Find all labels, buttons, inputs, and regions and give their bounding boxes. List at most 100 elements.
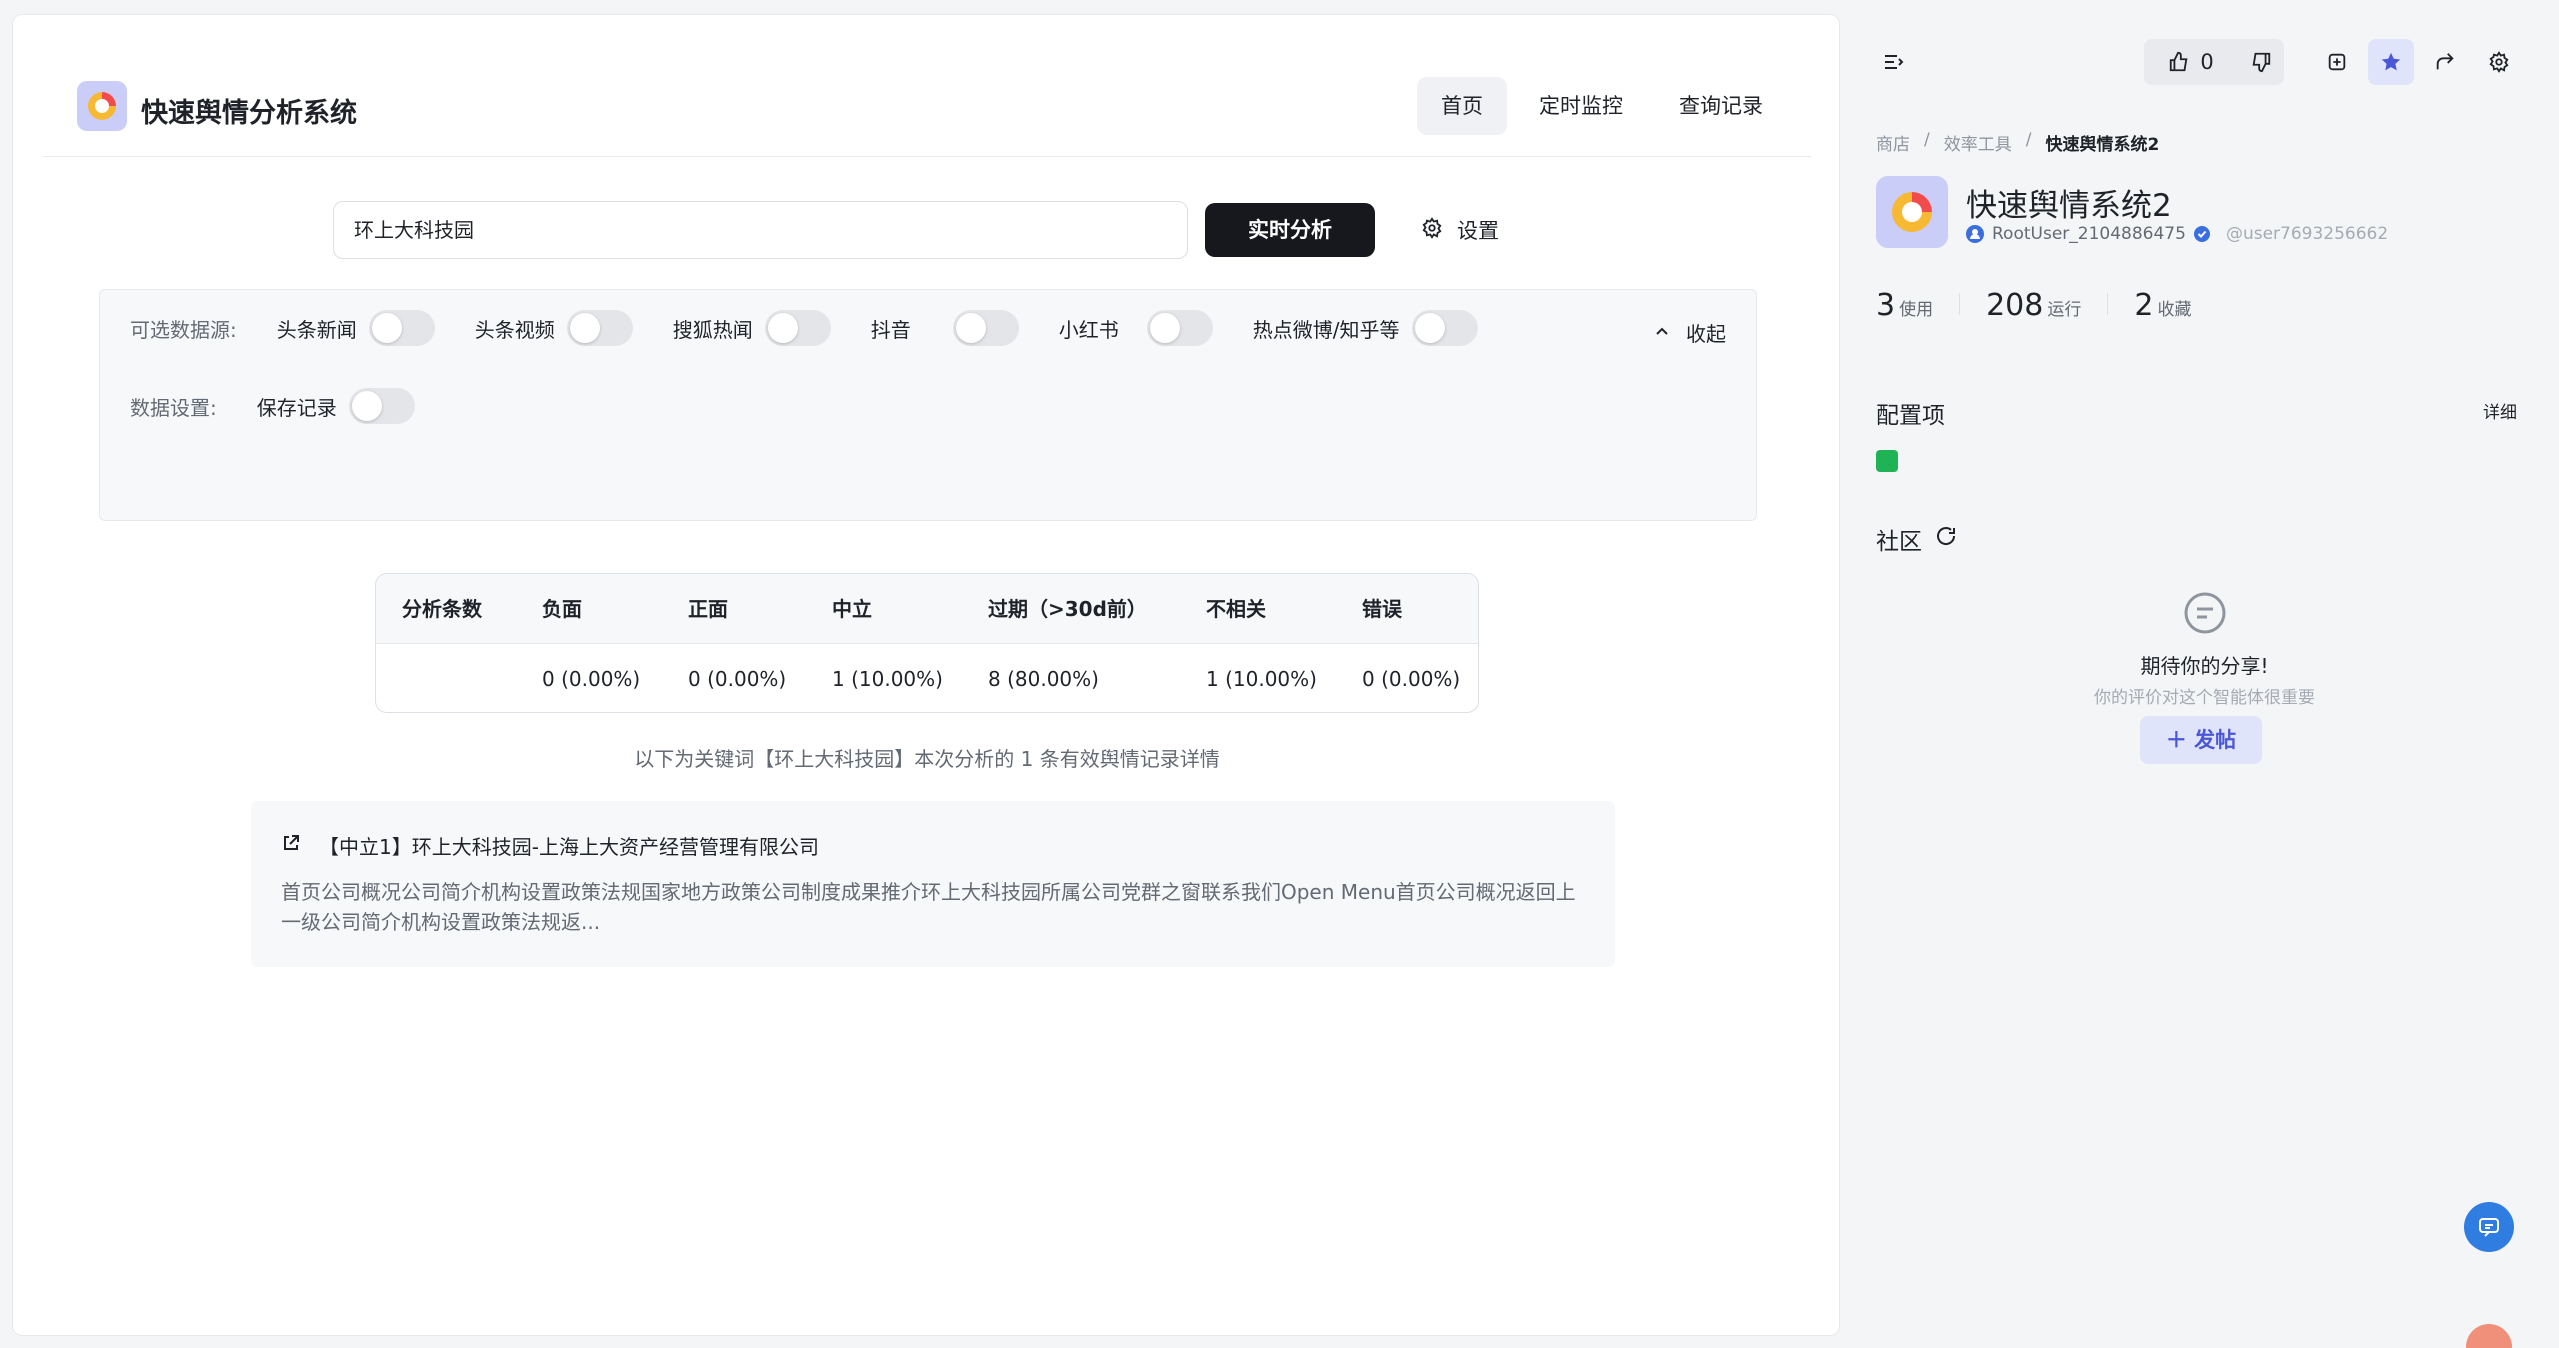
assistant-avatar[interactable] <box>2466 1324 2512 1348</box>
like-count: 0 <box>2200 50 2214 74</box>
source-toutiao-video: 头条视频 <box>475 310 633 346</box>
save-records-label: 保存记录 <box>256 395 337 420</box>
new-post-button[interactable]: ＋ 发帖 <box>2140 716 2262 764</box>
comment-icon <box>2184 592 2225 634</box>
data-settings-label: 数据设置: <box>130 395 217 420</box>
external-link-icon <box>281 833 301 858</box>
stats-value: 0 (0.00%) <box>688 667 787 691</box>
stats-header: 分析条数 <box>402 597 482 621</box>
settings-label: 设置 <box>1457 219 1499 243</box>
nav-home[interactable]: 首页 <box>1417 77 1507 135</box>
share-button[interactable] <box>2422 39 2468 85</box>
nav-scheduled-monitor[interactable]: 定时监控 <box>1515 77 1647 135</box>
like-button[interactable]: 0 <box>2146 39 2236 85</box>
config-detail-link[interactable]: 详细 <box>2483 398 2517 423</box>
stats-header: 过期（>30d前） <box>988 597 1147 621</box>
toggle-douyin[interactable] <box>952 310 1019 346</box>
toggle-toutiao-news[interactable] <box>368 310 435 346</box>
breadcrumb-current: 快速舆情系统2 <box>2045 135 2160 155</box>
community-header: 社区 <box>1876 522 1958 556</box>
menu-collapse-icon <box>1885 55 1904 69</box>
record-title: 【中立1】环上大科技园-上海上大资产经营管理有限公司 <box>319 835 819 859</box>
source-label: 搜狐热闻 <box>672 317 753 342</box>
stat-label: 使用 <box>1899 300 1934 320</box>
thumbs-up-icon <box>2170 51 2188 72</box>
add-button[interactable] <box>2314 39 2360 85</box>
stat-value: 208 <box>1986 288 2044 323</box>
stats-header: 中立 <box>832 597 872 621</box>
share-icon <box>2436 53 2454 70</box>
stat-runs: 208 运行 <box>1986 288 2081 323</box>
sidebar-settings-button[interactable] <box>2476 39 2522 85</box>
toggle-weibo-zhihu[interactable] <box>1411 310 1478 346</box>
breadcrumb-separator: / <box>2025 130 2032 150</box>
source-row: 可选数据源: 头条新闻 头条视频 搜狐热闻 抖音 小红书 热点微博/知乎等 <box>130 310 1478 346</box>
keyword-input[interactable]: 环上大科技园 <box>333 201 1188 259</box>
stats-value-row: 0 (0.00%) 0 (0.00%) 1 (10.00%) 8 (80.00%… <box>376 644 1478 712</box>
toggle-sidebar-button[interactable] <box>1870 39 1916 85</box>
post-label: 发帖 <box>2194 728 2237 752</box>
stats-value: 0 (0.00%) <box>1362 667 1461 691</box>
agent-name: 快速舆情系统2 <box>1966 188 2172 224</box>
save-records-option: 保存记录 <box>257 388 415 424</box>
agent-logo <box>1876 176 1948 248</box>
source-label: 头条新闻 <box>276 317 357 342</box>
favorite-button[interactable] <box>2368 39 2414 85</box>
stats-header: 不相关 <box>1206 597 1266 621</box>
plus-square-icon <box>2328 53 2346 71</box>
stat-label: 收藏 <box>2157 300 2192 320</box>
breadcrumb: 商店 / 效率工具 / 快速舆情系统2 <box>1876 130 2159 155</box>
analyze-button[interactable]: 实时分析 <box>1205 203 1375 257</box>
stats-value: 1 (10.00%) <box>1206 667 1317 691</box>
stats-value: 0 (0.00%) <box>542 667 641 691</box>
owner-name[interactable]: RootUser_2104886475 <box>1992 224 2186 244</box>
source-label: 热点微博/知乎等 <box>1252 317 1400 342</box>
settings-button[interactable]: 设置 <box>1421 213 1499 247</box>
breadcrumb-store[interactable]: 商店 <box>1876 130 1910 155</box>
source-label: 抖音 <box>870 317 911 342</box>
source-sohu: 搜狐热闻 <box>673 310 831 346</box>
stat-label: 运行 <box>2047 300 2082 320</box>
source-label: 头条视频 <box>474 317 555 342</box>
stats-table: 分析条数 负面 正面 中立 过期（>30d前） 不相关 错误 0 (0.00%)… <box>375 573 1479 713</box>
stats-header: 正面 <box>688 597 728 621</box>
record-body: 首页公司概况公司简介机构设置政策法规国家地方政策公司制度成果推介环上大科技园所属… <box>281 880 1576 934</box>
app-title: 快速舆情分析系统 <box>141 98 357 129</box>
stats-header: 错误 <box>1362 597 1402 621</box>
source-label: 小红书 <box>1058 317 1119 342</box>
stats-value: 1 (10.00%) <box>832 667 943 691</box>
empty-subtitle: 你的评价对这个智能体很重要 <box>2094 688 2315 708</box>
chat-button[interactable] <box>2464 1202 2514 1252</box>
stat-divider <box>2107 293 2109 315</box>
breadcrumb-separator: / <box>1924 130 1930 150</box>
toggle-toutiao-video[interactable] <box>566 310 633 346</box>
refresh-icon[interactable] <box>1934 524 1958 554</box>
breadcrumb-category[interactable]: 效率工具 <box>1944 130 2012 155</box>
source-douyin: 抖音 <box>871 310 1019 346</box>
main-panel: 快速舆情分析系统 首页 定时监控 查询记录 环上大科技园 实时分析 设置 可选数… <box>12 14 1840 1336</box>
dislike-button[interactable] <box>2238 39 2284 85</box>
source-weibo-zhihu: 热点微博/知乎等 <box>1253 310 1478 346</box>
thumbs-down-icon <box>2252 52 2271 73</box>
sources-label: 可选数据源: <box>130 317 237 342</box>
options-panel: 可选数据源: 头条新闻 头条视频 搜狐热闻 抖音 小红书 热点微博/知乎等 数据… <box>99 289 1757 521</box>
agent-stats: 3 使用 208 运行 2 收藏 <box>1876 288 2191 323</box>
star-icon <box>2381 52 2401 71</box>
community-title: 社区 <box>1876 529 1922 555</box>
record-title-link[interactable]: 【中立1】环上大科技园-上海上大资产经营管理有限公司 <box>281 831 819 860</box>
nav-query-records[interactable]: 查询记录 <box>1655 77 1787 135</box>
chat-icon <box>2479 1218 2499 1237</box>
top-bar: 快速舆情分析系统 首页 定时监控 查询记录 <box>43 65 1811 157</box>
community-empty-state: 期待你的分享! 你的评价对这个智能体很重要 <box>1850 590 2559 708</box>
toggle-xiaohongshu[interactable] <box>1146 310 1213 346</box>
owner-handle: @user7693256662 <box>2225 224 2389 244</box>
toggle-save-records[interactable] <box>348 388 415 424</box>
collapse-button[interactable]: 收起 <box>1654 318 1726 347</box>
toggle-sohu[interactable] <box>764 310 831 346</box>
analysis-summary: 以下为关键词【环上大科技园】本次分析的 1 条有效舆情记录详情 <box>634 747 1220 771</box>
stat-divider <box>1959 293 1961 315</box>
plugin-icon[interactable] <box>1876 450 1898 472</box>
stat-value: 3 <box>1876 288 1896 323</box>
agent-sidebar: 0 商店 / 效率工具 / 快速舆情系统2 快速舆情系统2 RootUser_2… <box>1850 0 2559 1348</box>
source-xiaohongshu: 小红书 <box>1059 310 1213 346</box>
